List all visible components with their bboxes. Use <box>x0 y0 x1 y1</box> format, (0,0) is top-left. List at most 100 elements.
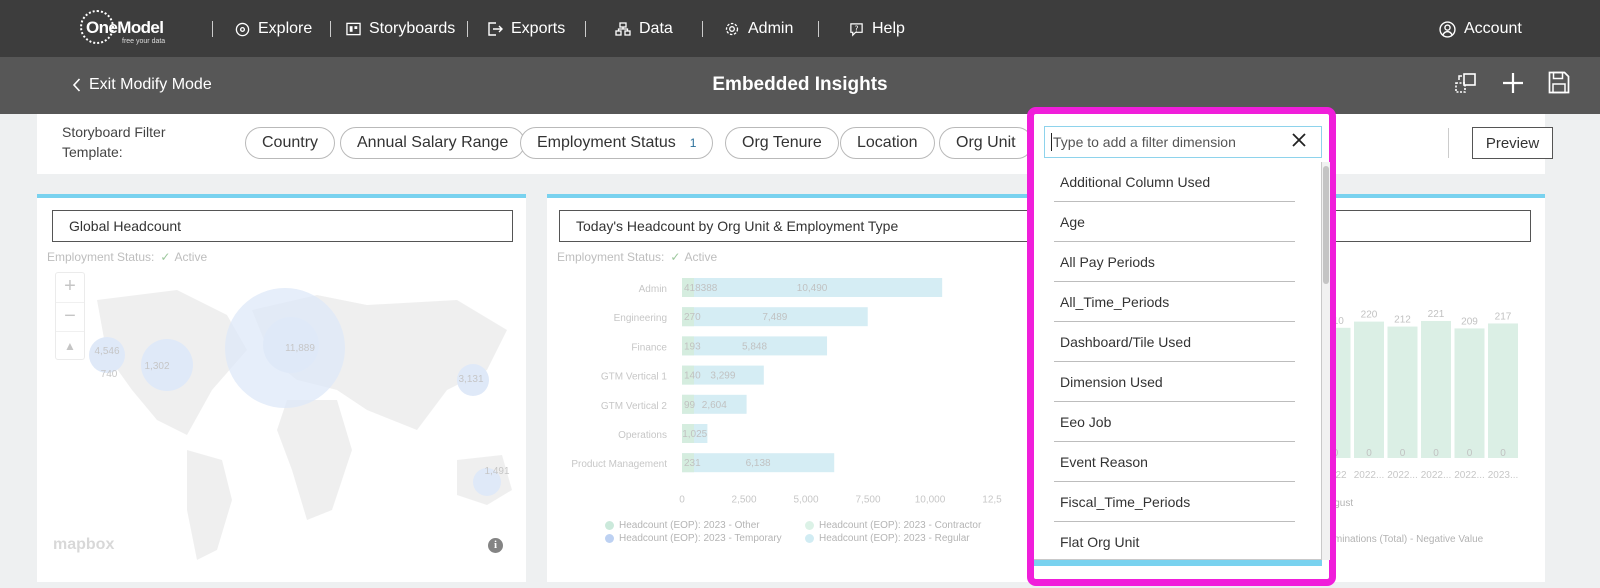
nav-storyboards[interactable]: Storyboards <box>346 18 455 40</box>
legend-item[interactable]: Headcount (EOP): 2023 - Temporary <box>605 533 782 544</box>
filter-chip-org-unit[interactable]: Org Unit <box>939 127 1033 159</box>
filter-chip-employment-status[interactable]: Employment Status 1 <box>520 127 714 159</box>
x-tick-label: 7,500 <box>855 494 880 505</box>
filter-chip-annual-salary-range[interactable]: Annual Salary Range <box>340 127 526 159</box>
status-label: Employment Status: <box>557 250 665 264</box>
bar-segment-label: 231 <box>684 458 701 469</box>
dimension-option[interactable]: Dashboard/Tile Used <box>1054 322 1295 362</box>
zoom-out-button[interactable]: − <box>56 302 84 331</box>
filter-template-label: Storyboard Filter Template: <box>62 122 165 162</box>
tile-title[interactable]: Global Headcount <box>52 210 513 242</box>
trend-bar[interactable] <box>1354 321 1384 458</box>
dimension-option[interactable]: Additional Column Used <box>1054 162 1295 202</box>
tile-global-headcount: Global Headcount Employment Status: ✓ Ac… <box>37 194 526 582</box>
preview-button[interactable]: Preview <box>1472 127 1553 159</box>
save-button[interactable] <box>1548 71 1570 99</box>
trend-bar[interactable] <box>1387 326 1418 458</box>
negative-value-label: 0 <box>1400 448 1406 459</box>
category-label: Product Management <box>571 459 667 470</box>
legend-item[interactable]: Headcount (EOP): 2023 - Regular <box>805 533 970 544</box>
nav-divider <box>818 21 819 37</box>
nav-account[interactable]: Account <box>1439 18 1522 40</box>
org-unit-bar-chart[interactable]: Admin 10,490 418388 Engineering 7,489 270 Fina… <box>547 268 1047 508</box>
trend-bar[interactable] <box>1488 323 1518 458</box>
close-icon[interactable] <box>1291 132 1307 148</box>
trend-bar[interactable] <box>1421 320 1451 458</box>
nav-admin-label: Admin <box>748 20 794 37</box>
nav-explore-label: Explore <box>258 20 313 37</box>
bar-value-label: 2,604 <box>702 400 727 411</box>
trend-value-label: 212 <box>1394 315 1411 326</box>
bar-segment-label: 193 <box>684 341 701 352</box>
x-tick-label: 2022... <box>1387 470 1418 481</box>
nav-admin[interactable]: Admin <box>724 18 793 40</box>
filter-chip-org-tenure[interactable]: Org Tenure <box>725 127 839 159</box>
trend-bar[interactable] <box>1454 328 1485 458</box>
filter-dimension-list: Additional Column Used Age All Pay Perio… <box>1034 162 1322 560</box>
trend-value-label: 209 <box>1461 316 1478 327</box>
x-tick-label: 2,500 <box>731 494 756 505</box>
onemodel-logo[interactable]: OneModel free your data <box>80 10 180 48</box>
dimension-option[interactable]: Eeo Job <box>1054 402 1295 442</box>
map-bubble-label: 11,889 <box>285 343 315 354</box>
nav-help[interactable]: ? Help <box>849 18 905 40</box>
x-tick-label: 0 <box>679 494 685 505</box>
legend-label: Headcount (EOP): 2023 - Contractor <box>819 520 982 531</box>
filter-chip-location[interactable]: Location <box>840 127 935 159</box>
world-map[interactable]: 11,889 4,546 1,302 740 3,131 1,491 <box>37 260 526 582</box>
top-navigation: OneModel free your data Explore Storyboa… <box>0 0 1600 57</box>
help-icon: ? <box>850 22 863 37</box>
trend-value-label: 220 <box>1361 310 1378 321</box>
nav-explore[interactable]: Explore <box>235 18 312 40</box>
legend-item[interactable]: Headcount (EOP): 2023 - Other <box>605 520 760 531</box>
x-tick-label: 5,000 <box>793 494 818 505</box>
filter-chip-country[interactable]: Country <box>245 127 336 159</box>
filter-chip-label: Org Unit <box>956 134 1016 151</box>
map-bubble-label: 1,302 <box>144 361 169 372</box>
x-tick-label: 12,5 <box>982 494 1002 505</box>
negative-value-label: 0 <box>1433 448 1439 459</box>
nav-storyboards-label: Storyboards <box>369 20 456 37</box>
dimension-option[interactable]: Fiscal_Time_Periods <box>1054 482 1295 522</box>
trend-value-label: 221 <box>1428 310 1445 320</box>
bar-value-label: 1,025 <box>682 429 707 440</box>
mapbox-attribution[interactable]: mapbox <box>53 536 114 554</box>
tile-title[interactable]: Today's Headcount by Org Unit & Employme… <box>559 210 1045 242</box>
status-value: Active <box>684 250 718 264</box>
dropdown-footer-bar <box>1034 560 1322 566</box>
swap-layout-icon <box>1455 73 1476 93</box>
dimension-option[interactable]: All_Time_Periods <box>1054 282 1295 322</box>
scrollbar-thumb[interactable] <box>1323 166 1329 284</box>
storyboards-icon <box>346 22 361 36</box>
map-bubble-label: 1,491 <box>484 466 509 477</box>
dimension-option[interactable]: Event Reason <box>1054 442 1295 482</box>
nav-exports[interactable]: Exports <box>487 18 565 40</box>
filter-template-label-line2: Template: <box>62 144 123 160</box>
dimension-option[interactable]: Flat Org Unit <box>1054 522 1295 559</box>
filter-template-label-line1: Storyboard Filter <box>62 124 166 140</box>
dimension-option[interactable]: Dimension Used <box>1054 362 1295 402</box>
nav-account-label: Account <box>1464 20 1522 37</box>
legend-label: Terminations (Total) - Negative Value <box>1320 534 1484 545</box>
category-label: Finance <box>631 342 667 353</box>
bar-value-label: 7,489 <box>762 312 787 323</box>
dimension-option[interactable]: Age <box>1054 202 1295 242</box>
map-bubble-label: 4,546 <box>94 346 119 357</box>
compass-icon[interactable]: ▲ <box>56 331 84 359</box>
nav-divider <box>467 21 468 37</box>
nav-data[interactable]: Data <box>615 18 673 40</box>
swap-layout-button[interactable] <box>1454 71 1478 100</box>
dropdown-scrollbar[interactable] <box>1322 162 1330 560</box>
dimension-option[interactable]: All Pay Periods <box>1054 242 1295 282</box>
category-label: GTM Vertical 2 <box>601 401 668 412</box>
filter-dimension-input[interactable]: Type to add a filter dimension <box>1044 126 1322 158</box>
info-icon[interactable]: i <box>488 538 503 553</box>
bar-value-label: 3,299 <box>710 371 735 382</box>
add-tile-button[interactable] <box>1501 71 1525 100</box>
tile-filter-status: Employment Status: ✓ Active <box>557 250 717 264</box>
tile-headcount-by-org-unit: Today's Headcount by Org Unit & Employme… <box>547 194 1047 582</box>
nav-divider <box>212 21 213 37</box>
category-label: GTM Vertical 1 <box>601 372 668 383</box>
legend-item[interactable]: Headcount (EOP): 2023 - Contractor <box>805 520 981 531</box>
zoom-in-button[interactable]: + <box>56 273 84 302</box>
